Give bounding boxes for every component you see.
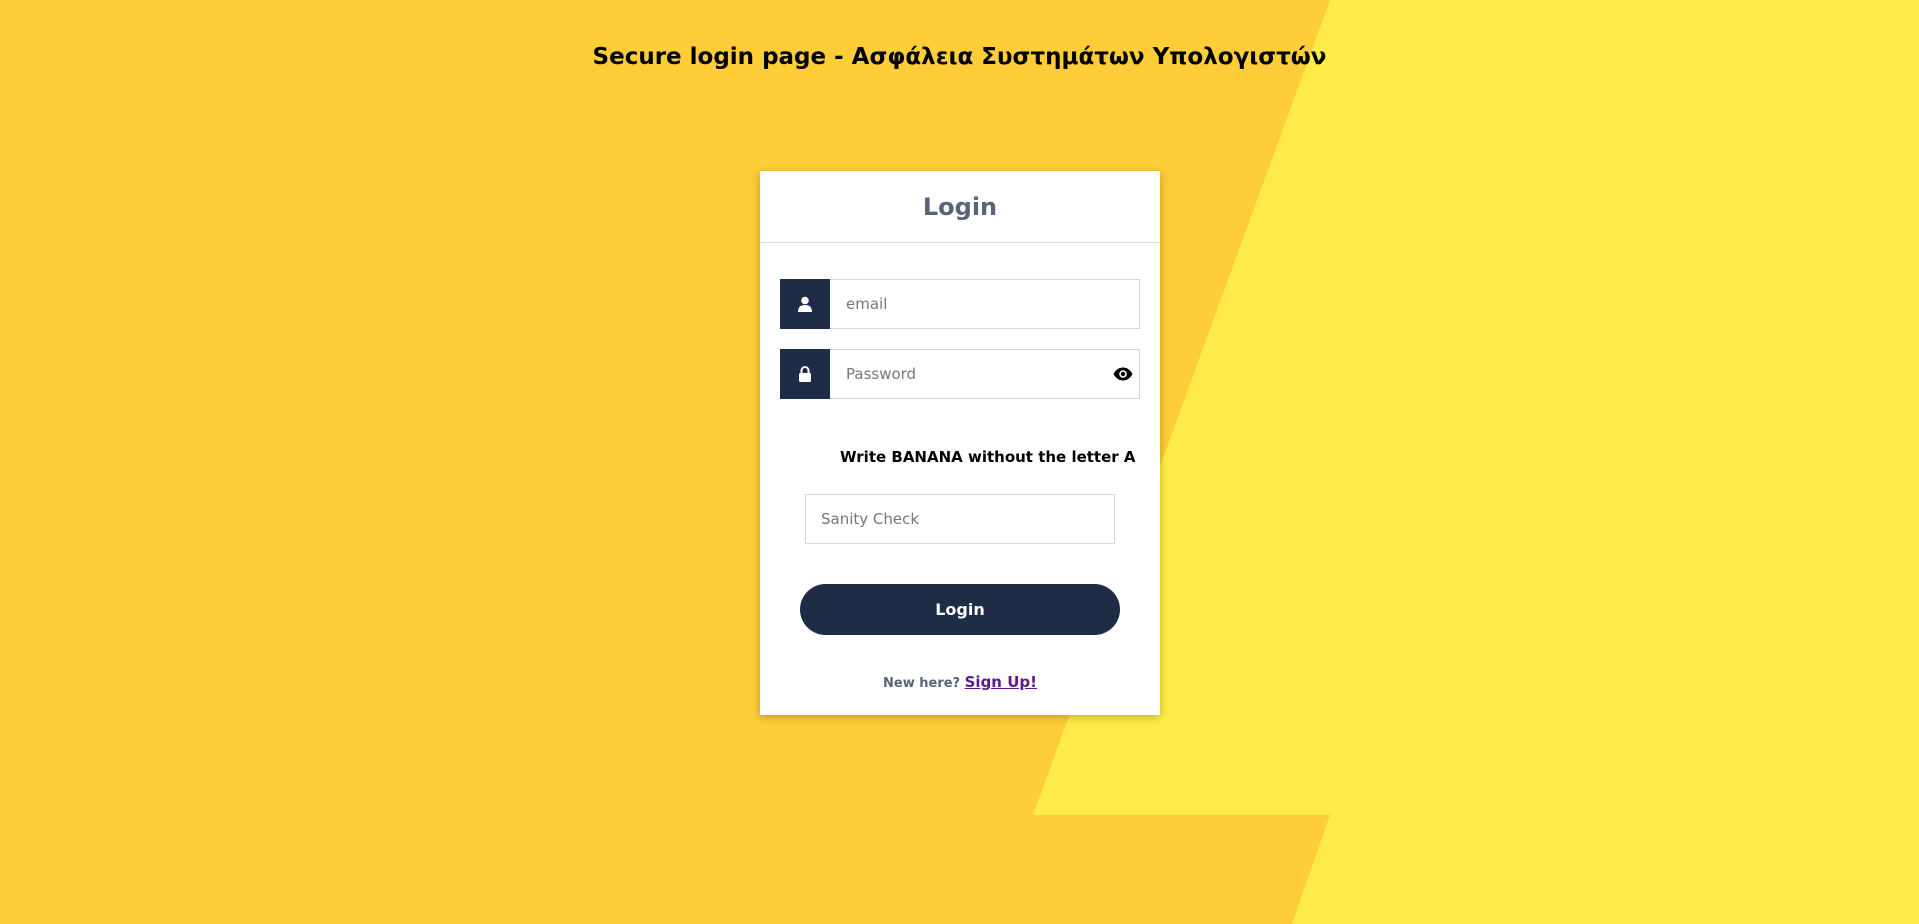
email-input-group (780, 279, 1140, 329)
sanity-check-input[interactable] (805, 494, 1115, 544)
password-field-wrapper (830, 349, 1140, 399)
signup-row: New here? Sign Up! (760, 673, 1160, 691)
page-background: Secure login page - Ασφάλεια Συστημάτων … (0, 0, 1919, 924)
lock-icon (780, 349, 830, 399)
page-title: Secure login page - Ασφάλεια Συστημάτων … (592, 44, 1327, 70)
card-header: Login (760, 171, 1160, 243)
signup-prompt: New here? (883, 676, 965, 691)
user-icon (780, 279, 830, 329)
eye-icon[interactable] (1112, 364, 1134, 384)
login-card: Login email Write BANANA without the let… (760, 171, 1160, 715)
captcha-question: Write BANANA without the letter A (840, 448, 1136, 466)
background-light-panel (1033, 0, 1919, 924)
password-input-group (780, 349, 1140, 399)
email-input[interactable] (830, 279, 1140, 329)
signup-link[interactable]: Sign Up! (965, 673, 1037, 691)
password-input[interactable] (830, 349, 1140, 399)
login-button[interactable]: Login (800, 584, 1120, 635)
card-title: Login (922, 192, 998, 221)
